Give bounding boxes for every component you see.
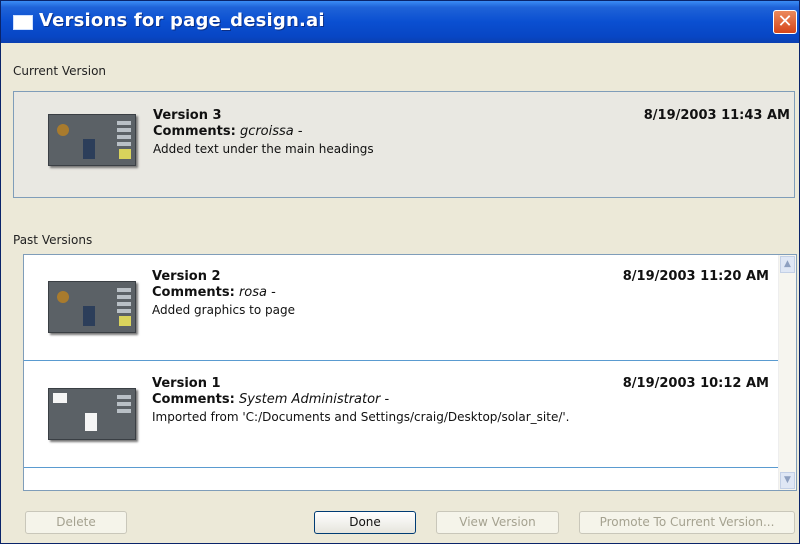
page-thumbnail <box>48 388 136 440</box>
scroll-up-icon[interactable]: ▲ <box>780 256 795 273</box>
close-icon[interactable]: ✕ <box>773 10 797 34</box>
version-comments: Comments: gcroissa - <box>153 124 303 139</box>
comments-label: Comments: <box>153 124 236 139</box>
past-versions-label: Past Versions <box>13 233 93 247</box>
comment-author: System Administrator <box>238 392 381 407</box>
list-item[interactable]: Version 1 Comments: System Administrator… <box>24 368 779 468</box>
version-date: 8/19/2003 11:43 AM <box>643 108 790 123</box>
version-description: Added text under the main headings <box>153 142 374 156</box>
done-button[interactable]: Done <box>314 511 416 534</box>
thumbnail-planet <box>57 124 69 136</box>
version-title: Version 1 <box>152 376 221 391</box>
comments-label: Comments: <box>152 285 235 300</box>
list-item[interactable]: Version 2 Comments: rosa - Added graphic… <box>24 261 779 361</box>
comments-label: Comments: <box>152 392 235 407</box>
version-date: 8/19/2003 11:20 AM <box>622 269 769 284</box>
version-comments: Comments: rosa - <box>152 285 276 300</box>
current-version-panel: Version 3 Comments: gcroissa - Added tex… <box>13 91 795 198</box>
window-title: Versions for page_design.ai <box>39 10 325 31</box>
comment-separator: - <box>384 392 390 407</box>
version-date: 8/19/2003 10:12 AM <box>622 376 769 391</box>
title-bar[interactable]: Versions for page_design.ai ✕ <box>1 1 799 43</box>
list-scrollbar[interactable]: ▲ ▼ <box>778 255 796 490</box>
window-icon <box>13 15 33 30</box>
past-versions-list[interactable]: Version 2 Comments: rosa - Added graphic… <box>23 254 797 491</box>
row-divider <box>24 360 779 361</box>
version-comments: Comments: System Administrator - <box>152 392 389 407</box>
page-thumbnail <box>48 114 136 166</box>
promote-button[interactable]: Promote To Current Version... <box>579 511 795 534</box>
comment-author: gcroissa <box>239 124 294 139</box>
delete-button[interactable]: Delete <box>25 511 127 534</box>
row-divider <box>24 467 779 468</box>
comment-separator: - <box>297 124 303 139</box>
version-title: Version 2 <box>152 269 221 284</box>
comment-separator: - <box>271 285 276 300</box>
version-description: Imported from 'C:/Documents and Settings… <box>152 410 570 424</box>
view-version-button[interactable]: View Version <box>436 511 559 534</box>
page-thumbnail <box>48 281 136 333</box>
scroll-down-icon[interactable]: ▼ <box>780 472 795 489</box>
comment-author: rosa <box>238 285 267 300</box>
current-version-label: Current Version <box>13 64 107 78</box>
versions-dialog: Versions for page_design.ai ✕ Current Ve… <box>0 0 800 544</box>
version-description: Added graphics to page <box>152 303 296 317</box>
version-title: Version 3 <box>153 108 222 123</box>
